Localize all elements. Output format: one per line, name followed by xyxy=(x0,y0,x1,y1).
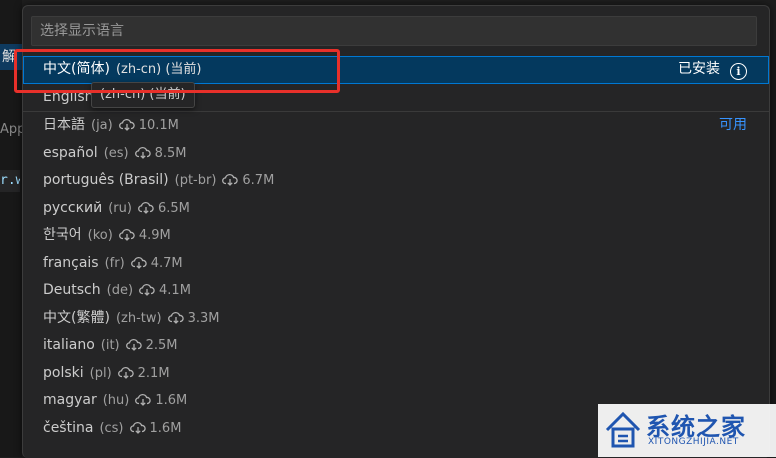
language-quick-pick: 中文(简体)(zh-cn) (当前) 已安装i English(e 日本語(ja… xyxy=(22,5,770,458)
language-id: (fr) xyxy=(104,255,125,271)
language-name: 한국어 xyxy=(43,227,82,243)
cloud-download-icon xyxy=(125,334,142,362)
available-badge: 可用 xyxy=(719,117,747,133)
download-size: 1.6M xyxy=(155,393,188,408)
cloud-download-icon xyxy=(134,142,151,170)
list-item-zh-tw[interactable]: 中文(繁體) (zh-tw) 3.3M xyxy=(23,305,769,333)
language-id: (ru) xyxy=(108,200,132,216)
language-id: (es) xyxy=(103,145,129,161)
language-id: (it) xyxy=(100,338,120,353)
code-fragment: r.w xyxy=(0,170,20,192)
download-size: 4.7M xyxy=(150,255,183,271)
language-filter-input[interactable] xyxy=(31,16,757,46)
cloud-download-icon xyxy=(135,389,152,417)
cloud-download-icon xyxy=(118,114,135,142)
language-name: español xyxy=(43,144,98,161)
language-name: 中文(繁體) xyxy=(43,309,110,326)
cloud-download-icon xyxy=(129,417,146,445)
language-id: (hu) xyxy=(102,393,130,408)
language-name: português (Brasil) xyxy=(43,172,169,188)
download-size: 6.7M xyxy=(242,173,275,188)
side-text-fragment: App xyxy=(0,122,22,137)
watermark-logo-icon xyxy=(604,410,642,454)
list-item-ko[interactable]: 한국어 (ko) 4.9M xyxy=(23,222,769,250)
list-item-pt-br[interactable]: português (Brasil) (pt-br) 6.7M xyxy=(23,167,769,195)
info-icon[interactable]: i xyxy=(730,63,747,80)
cloud-download-icon xyxy=(167,307,184,335)
list-item-de[interactable]: Deutsch (de) 4.1M xyxy=(23,277,769,305)
cloud-download-icon xyxy=(130,252,147,280)
language-name: čeština xyxy=(43,419,94,436)
watermark: 系统之家 XITONGZHIJIA.NET xyxy=(598,404,776,457)
language-id: (zh-tw) xyxy=(115,310,162,326)
download-size: 2.5M xyxy=(145,338,178,353)
language-id: (cs) xyxy=(99,420,124,436)
language-id: (pl) xyxy=(89,365,112,381)
language-id: (de) xyxy=(106,283,134,298)
download-size: 6.5M xyxy=(157,200,190,216)
download-size: 10.1M xyxy=(138,118,179,133)
cloud-download-icon xyxy=(138,197,154,225)
list-item-zh-cn[interactable]: 中文(简体) (zh-cn) (当前) 已安装 i xyxy=(23,56,769,84)
language-list: 中文(简体)(zh-cn) (当前) 已安装i English(e 日本語(ja… xyxy=(23,56,769,442)
list-item-pl[interactable]: polski (pl) 2.1M xyxy=(23,360,769,388)
list-item-fr[interactable]: français (fr) 4.7M xyxy=(23,250,769,278)
list-item-it[interactable]: italiano (it) 2.5M xyxy=(23,332,769,360)
list-item-es[interactable]: español (es) 8.5M xyxy=(23,140,769,168)
language-id: (pt-br) xyxy=(174,173,217,188)
language-name: polski xyxy=(43,364,84,381)
language-id: (ko) xyxy=(87,228,113,243)
language-name: magyar xyxy=(43,392,97,408)
download-size: 3.3M xyxy=(187,310,220,326)
download-size: 8.5M xyxy=(154,145,187,161)
download-size: 2.1M xyxy=(137,365,170,381)
cloud-download-icon xyxy=(222,169,239,197)
cloud-download-icon xyxy=(139,279,155,307)
watermark-subtitle: XITONGZHIJIA.NET xyxy=(648,437,739,447)
language-tooltip: (zh-cn) (当前) xyxy=(91,82,195,108)
cloud-download-icon xyxy=(118,224,135,252)
language-name: Deutsch xyxy=(43,282,101,298)
language-name: русский xyxy=(43,199,103,216)
language-id: (ja) xyxy=(91,118,113,133)
download-size: 4.1M xyxy=(159,283,191,298)
language-name: 日本語 xyxy=(43,117,85,133)
editor-tab-fragment[interactable]: 解 xyxy=(0,44,24,70)
list-item-ja[interactable]: 日本語 (ja) 10.1M 可用 xyxy=(23,112,769,140)
installed-badge: 已安装 i xyxy=(678,56,747,84)
download-size: 1.6M xyxy=(149,420,182,436)
list-item-ru[interactable]: русский (ru) 6.5M xyxy=(23,195,769,223)
language-name: 中文(简体) xyxy=(43,61,110,77)
language-name: English xyxy=(43,88,94,105)
language-name: italiano xyxy=(43,337,95,353)
language-name: français xyxy=(43,254,99,271)
download-size: 4.9M xyxy=(138,228,171,243)
language-id: (zh-cn) (当前) xyxy=(115,62,202,77)
cloud-download-icon xyxy=(117,362,134,390)
